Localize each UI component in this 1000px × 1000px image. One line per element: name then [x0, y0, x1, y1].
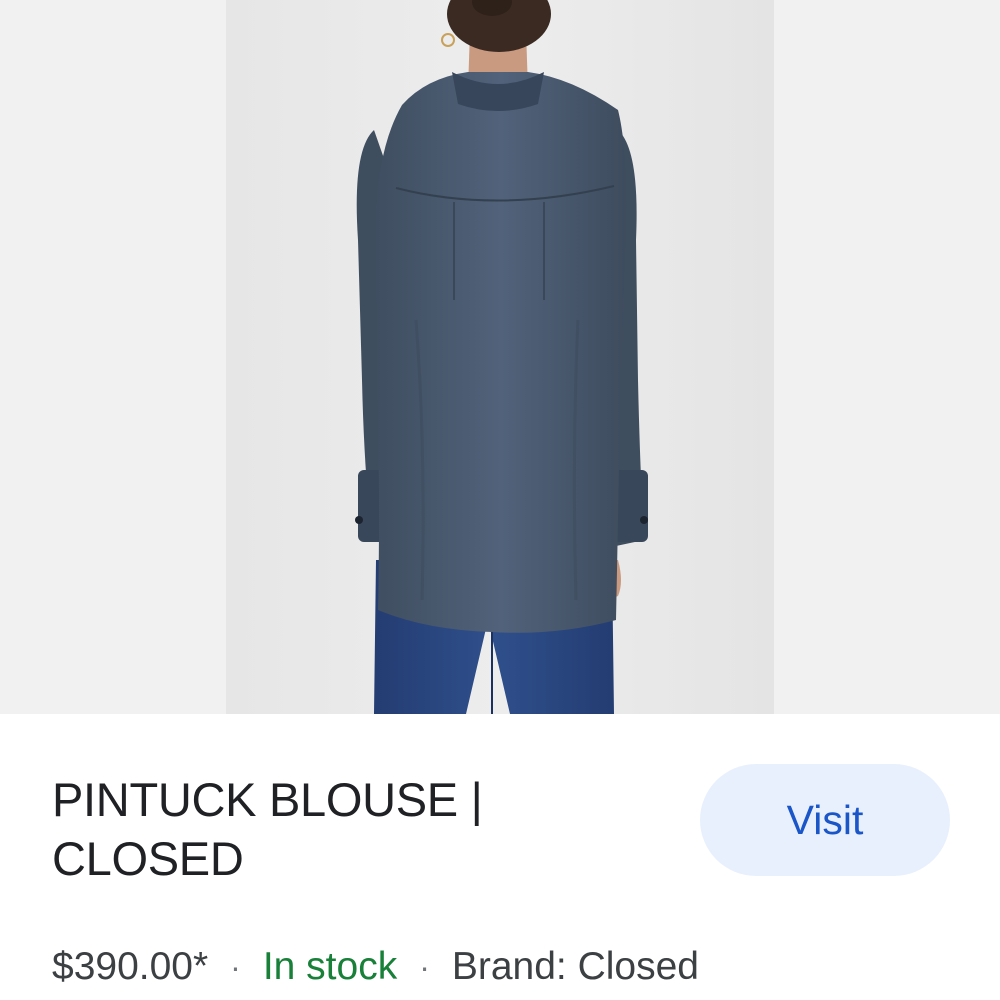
product-title-line-1[interactable]: PINTUCK BLOUSE |: [52, 773, 483, 826]
price: $390.00*: [52, 945, 209, 988]
brand-label: Brand: Closed: [451, 945, 699, 988]
shopping-result-card: PINTUCK BLOUSE | CLOSED Visit $390.00* ·…: [0, 0, 1000, 1000]
product-image-area[interactable]: [0, 0, 1000, 714]
visit-button[interactable]: Visit: [700, 764, 950, 876]
availability-status: In stock: [262, 945, 398, 988]
separator-dot: ·: [419, 948, 430, 985]
separator-dot: ·: [230, 948, 241, 985]
product-title[interactable]: PINTUCK BLOUSE | CLOSED: [52, 770, 652, 888]
product-photo[interactable]: [226, 0, 774, 714]
product-meta-row: $390.00* · In stock · Brand: Closed: [52, 941, 699, 993]
model-back-view-illustration: [226, 0, 774, 714]
product-title-line-2[interactable]: CLOSED: [52, 832, 244, 885]
product-info: PINTUCK BLOUSE | CLOSED Visit $390.00* ·…: [0, 714, 1000, 1000]
